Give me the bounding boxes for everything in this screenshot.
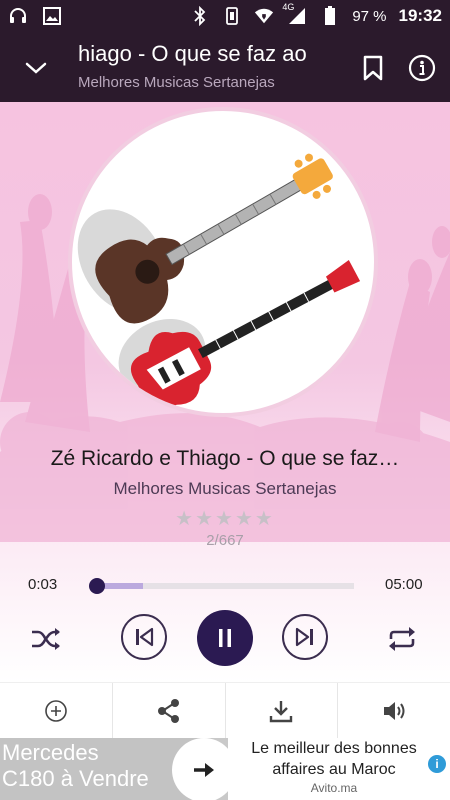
volume-button[interactable] — [338, 683, 450, 738]
chevron-down-icon — [25, 62, 47, 74]
seek-bar[interactable] — [88, 578, 354, 594]
share-icon — [157, 698, 179, 723]
info-icon — [408, 54, 436, 82]
shuffle-icon — [32, 628, 60, 650]
current-time: 0:03 — [28, 576, 58, 593]
skip-previous-icon — [136, 627, 154, 647]
vibrate-icon — [222, 6, 242, 26]
info-button[interactable] — [406, 52, 438, 84]
track-position: 2/667 — [206, 532, 244, 549]
download-button[interactable] — [226, 683, 339, 738]
ad-headline-line1: Le meilleur des bonnes — [251, 740, 417, 757]
next-button[interactable] — [282, 614, 328, 660]
ad-left-line2: C180 à Vendre — [2, 766, 149, 791]
ad-open-button[interactable] — [172, 738, 236, 800]
pause-icon — [219, 629, 231, 647]
seek-thumb[interactable] — [88, 578, 105, 594]
action-bar — [0, 682, 450, 738]
player-area: Zé Ricardo e Thiago - O que se faz… Melh… — [0, 102, 450, 682]
signal-icon: 4G — [282, 2, 308, 26]
collapse-button[interactable] — [18, 50, 54, 86]
ad-info-icon[interactable]: i — [428, 755, 446, 773]
album-artwork — [68, 107, 378, 417]
image-icon — [42, 6, 62, 26]
album-name: Melhores Musicas Sertanejas — [113, 479, 337, 498]
clock: 19:32 — [398, 6, 442, 25]
song-title: Zé Ricardo e Thiago - O que se faz… — [50, 447, 400, 470]
rating-stars[interactable]: ★★★★★ — [0, 506, 450, 531]
headphones-icon — [8, 6, 28, 26]
status-bar: 4G 97 % 19:32 — [0, 0, 450, 32]
repeat-button[interactable] — [384, 621, 420, 657]
download-icon — [270, 700, 293, 722]
total-time: 05:00 — [385, 576, 423, 593]
arrow-right-icon — [194, 763, 214, 777]
ad-headline-line2: affaires au Maroc — [272, 761, 396, 778]
ad-headline[interactable]: Le meilleur des bonnes affaires au Maroc — [238, 738, 430, 780]
share-button[interactable] — [113, 683, 226, 738]
ad-image[interactable]: Mercedes C180 à Vendre — [0, 738, 200, 800]
ad-left-line1: Mercedes — [2, 740, 99, 765]
guitars-illustration — [77, 153, 361, 409]
skip-next-icon — [295, 627, 313, 647]
header-title: hiago - O que se faz ao — [78, 41, 307, 66]
pause-button[interactable] — [197, 610, 253, 666]
network-type: 4G — [282, 2, 295, 12]
add-icon — [45, 699, 67, 722]
shuffle-button[interactable] — [28, 621, 64, 657]
ad-banner[interactable]: Mercedes C180 à Vendre Le meilleur des b… — [0, 738, 450, 800]
bookmark-icon — [363, 55, 383, 81]
header-subtitle: Melhores Musicas Sertanejas — [78, 74, 275, 91]
bookmark-button[interactable] — [358, 52, 388, 84]
volume-icon — [384, 701, 405, 720]
battery-level: 97 % — [352, 7, 387, 25]
battery-icon — [320, 6, 340, 26]
previous-button[interactable] — [121, 614, 167, 660]
wifi-icon — [254, 6, 274, 26]
top-app-bar: hiago - O que se faz ao Melhores Musicas… — [0, 32, 450, 102]
add-to-playlist-button[interactable] — [0, 683, 113, 738]
repeat-icon — [389, 627, 415, 651]
bluetooth-icon — [190, 6, 210, 26]
ad-brand: Avito.ma — [310, 781, 358, 795]
